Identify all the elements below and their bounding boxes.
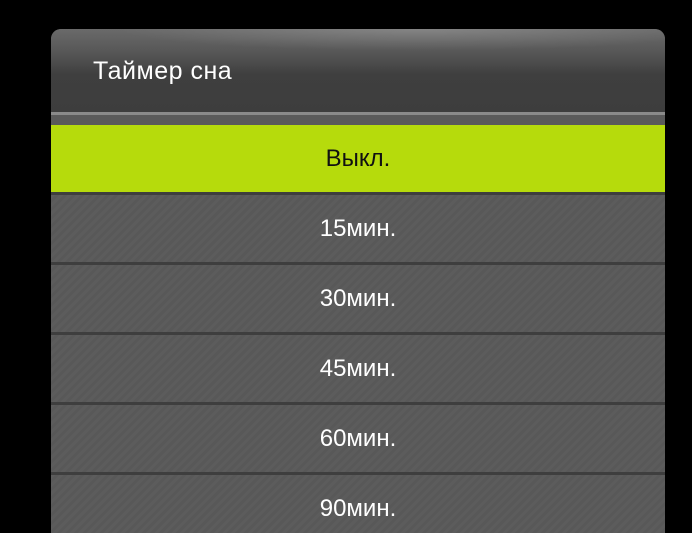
sleep-timer-dialog: Таймер сна Выкл. 15мин. 30мин. 45мин. 60… bbox=[51, 29, 665, 533]
option-60-min[interactable]: 60мин. bbox=[51, 405, 665, 475]
option-90-min[interactable]: 90мин. bbox=[51, 475, 665, 533]
dialog-header: Таймер сна bbox=[51, 29, 665, 115]
dialog-title: Таймер сна bbox=[93, 57, 233, 85]
timer-options-list: Выкл. 15мин. 30мин. 45мин. 60мин. 90мин. bbox=[51, 125, 665, 533]
option-15-min[interactable]: 15мин. bbox=[51, 195, 665, 265]
option-off[interactable]: Выкл. bbox=[51, 125, 665, 195]
option-30-min[interactable]: 30мин. bbox=[51, 265, 665, 335]
option-45-min[interactable]: 45мин. bbox=[51, 335, 665, 405]
